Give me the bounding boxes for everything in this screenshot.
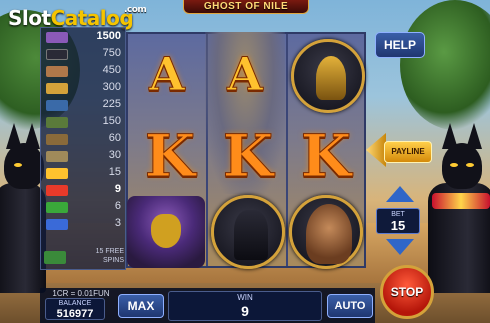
paytable-value: 225 xyxy=(102,98,121,110)
eye-symbol-icon xyxy=(46,117,68,128)
paytable-value: 30 xyxy=(108,149,121,161)
reel-symbol-a: A xyxy=(227,47,264,102)
paytable-value: 150 xyxy=(102,115,121,127)
paytable-value: 300 xyxy=(102,81,121,93)
bet-value: 15 xyxy=(390,218,406,233)
letter-k-symbol-icon xyxy=(46,185,68,196)
paytable-value: 3 xyxy=(114,217,121,229)
bet-display: BET 15 xyxy=(376,208,420,234)
pyramid-symbol-icon xyxy=(46,151,68,162)
reel-symbol-pharaoh xyxy=(127,196,205,268)
paytable-row: 15 xyxy=(41,165,127,182)
paytable-row: 1500 xyxy=(41,29,127,46)
statue-eye xyxy=(14,163,22,167)
statue-ear xyxy=(6,123,22,149)
game-title: GHOST OF NILE xyxy=(183,0,309,14)
statue-eye xyxy=(466,163,474,167)
paytable-row: 750 xyxy=(41,46,127,63)
max-bet-button[interactable]: MAX xyxy=(118,294,164,318)
anubis-medallion xyxy=(211,195,285,269)
reel-symbol-a: A xyxy=(149,47,186,102)
statue-ear xyxy=(24,123,40,149)
payline-button[interactable]: PAYLINE xyxy=(384,141,432,163)
queen-icon xyxy=(306,204,352,264)
letter-j-symbol-icon xyxy=(46,219,68,230)
free-spins-line: 15 FREE xyxy=(95,248,124,255)
balance-value: 516977 xyxy=(56,308,94,320)
statue-ear xyxy=(442,123,458,149)
paytable-row: 225 xyxy=(41,97,127,114)
paytable-row: 6 xyxy=(41,199,127,216)
paytable-value: 6 xyxy=(114,200,121,212)
balance-label: BALANCE xyxy=(58,300,92,307)
logo-suffix: .com xyxy=(124,5,147,15)
stop-button[interactable]: STOP xyxy=(380,265,434,319)
paytable-row: 30 xyxy=(41,148,127,165)
win-display: WIN 9 xyxy=(168,291,322,321)
cobra-medallion xyxy=(291,39,365,113)
ankh-symbol-icon xyxy=(46,134,68,145)
paytable-value: 60 xyxy=(108,132,121,144)
free-spins-line: SPINS xyxy=(102,257,124,264)
game-stage: SlotCatalog .com GHOST OF NILE 1500 750 … xyxy=(0,0,490,323)
anubis-symbol-icon xyxy=(46,49,68,60)
anubis-icon xyxy=(234,210,268,260)
pharaoh-icon xyxy=(151,214,181,248)
paytable-value: 15 xyxy=(108,166,121,178)
paytable-row: 150 xyxy=(41,114,127,131)
paytable-panel: 1500 750 450 300 225 150 60 30 15 9 6 3 xyxy=(40,27,126,270)
anubis-statue-right xyxy=(428,123,490,293)
statue-head xyxy=(442,143,482,189)
win-label: WIN xyxy=(237,293,253,302)
queen-symbol-icon xyxy=(46,66,68,77)
paytable-value: 450 xyxy=(102,64,121,76)
help-button[interactable]: HELP xyxy=(375,32,425,58)
free-spins-info: 15 FREE SPINS xyxy=(44,247,124,265)
reel-symbol-cobra xyxy=(290,36,366,116)
bet-increase-button[interactable] xyxy=(386,186,414,202)
statue-eye xyxy=(450,163,458,167)
reel-symbol-anubis xyxy=(210,194,286,270)
letter-a-symbol-icon xyxy=(46,168,68,179)
paytable-row: 300 xyxy=(41,80,127,97)
reel-symbol-k: K xyxy=(144,122,196,191)
autoplay-button[interactable]: AUTO xyxy=(327,294,373,318)
paytable-row: 60 xyxy=(41,131,127,148)
payline-arrow-icon xyxy=(366,133,386,167)
letter-q-symbol-icon xyxy=(46,202,68,213)
reel-symbol-k: K xyxy=(300,122,352,191)
reel-symbol-queen xyxy=(288,194,364,270)
statue-collar xyxy=(432,193,490,209)
cobra-symbol-icon xyxy=(46,83,68,94)
queen-medallion xyxy=(289,195,363,269)
paytable-row: 9 xyxy=(41,182,127,199)
palm-tree-right xyxy=(400,0,490,130)
bet-decrease-button[interactable] xyxy=(386,239,414,255)
cobra-icon xyxy=(316,56,346,100)
win-value: 9 xyxy=(241,303,249,319)
pharaoh-symbol-icon xyxy=(46,32,68,43)
paytable-value: 1500 xyxy=(96,30,121,42)
scarab-symbol-icon xyxy=(46,100,68,111)
statue-head xyxy=(4,143,44,189)
paytable-value: 9 xyxy=(114,183,121,195)
paytable-value: 750 xyxy=(102,47,121,59)
reel-symbol-k: K xyxy=(222,122,274,191)
credit-rate: 1CR = 0.01FUN xyxy=(52,289,110,298)
balance-display: BALANCE 516977 xyxy=(45,298,105,320)
statue-ear xyxy=(466,123,482,149)
paytable-row: 3 xyxy=(41,216,127,233)
paytable-row: 450 xyxy=(41,63,127,80)
